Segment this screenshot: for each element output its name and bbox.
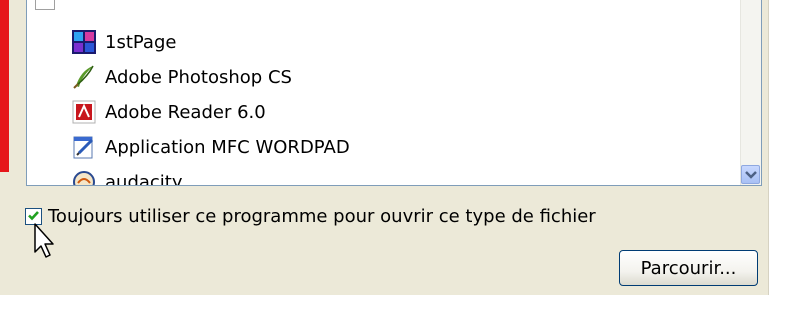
desktop-background [769, 0, 785, 313]
adobe-reader-icon [71, 99, 97, 125]
list-item[interactable]: 1stPage [71, 25, 176, 59]
list-item-label: 1stPage [105, 31, 177, 53]
audacity-icon [71, 169, 97, 185]
list-item[interactable]: audacity [71, 165, 183, 186]
browse-button[interactable]: Parcourir... [619, 250, 758, 286]
list-item-label: Adobe Reader 6.0 [105, 101, 266, 123]
list-item-label: audacity [105, 171, 183, 186]
list-item[interactable]: Application MFC WORDPAD [71, 130, 350, 164]
chevron-down-icon [744, 165, 757, 184]
wordpad-icon [71, 134, 97, 160]
mouse-pointer-icon [33, 222, 57, 264]
1stpage-app-icon [71, 29, 97, 55]
background-window-edge [0, 0, 9, 172]
scroll-down-button[interactable] [741, 165, 760, 184]
vertical-scrollbar[interactable] [740, 0, 761, 185]
program-list[interactable]: 1stPage Adobe Photoshop CS Adobe Reader … [26, 0, 762, 186]
list-item[interactable]: Adobe Reader 6.0 [71, 95, 266, 129]
list-item-label: Adobe Photoshop CS [105, 66, 292, 88]
list-item[interactable]: Adobe Photoshop CS [71, 60, 292, 94]
photoshop-feather-icon [71, 64, 97, 90]
always-use-row[interactable]: Toujours utiliser ce programme pour ouvr… [25, 203, 596, 229]
open-with-dialog: 1stPage Adobe Photoshop CS Adobe Reader … [0, 0, 785, 313]
tree-expander-icon[interactable] [35, 0, 55, 10]
desktop-background [0, 295, 785, 313]
always-use-label: Toujours utiliser ce programme pour ouvr… [48, 205, 596, 227]
list-item-label: Application MFC WORDPAD [105, 136, 350, 158]
